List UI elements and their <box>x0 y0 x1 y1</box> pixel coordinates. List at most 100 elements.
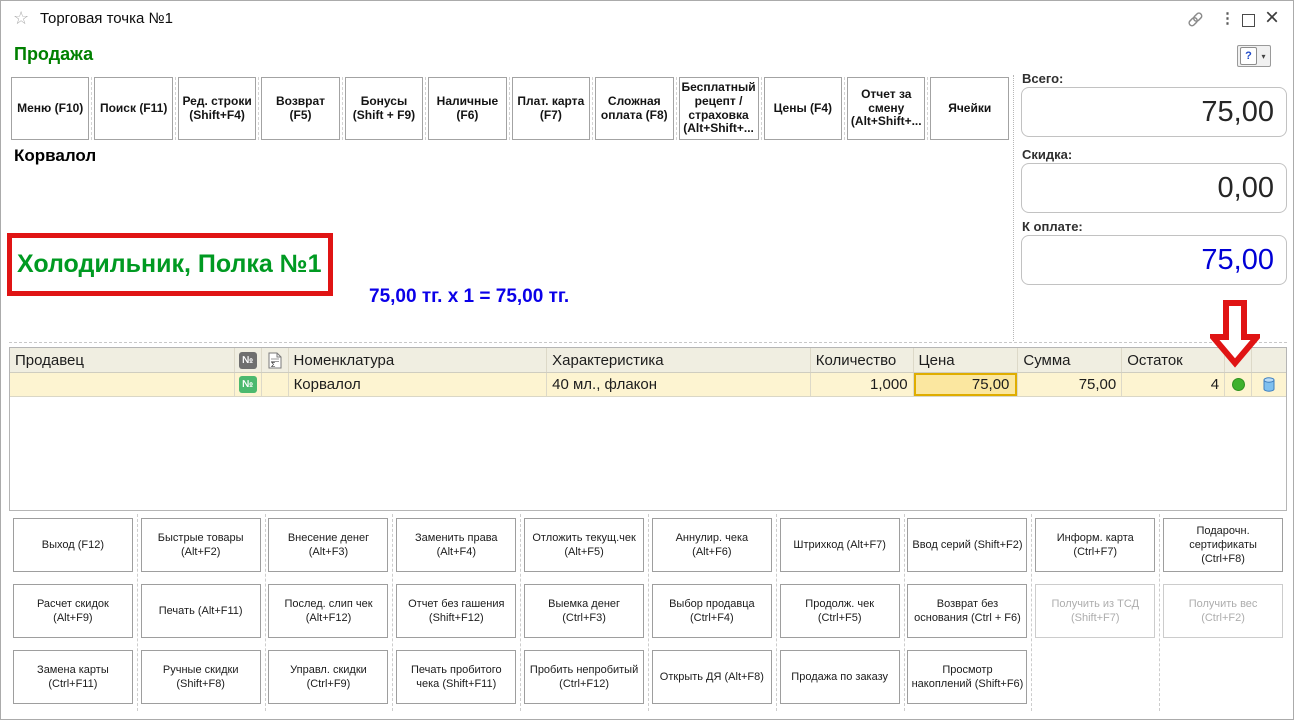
items-table: Продавец № Σ Номенклатура Характеристика… <box>9 347 1287 511</box>
toolbar-cell: Ячейки <box>928 77 1010 140</box>
action-cell: Аннулир. чека (Alt+F6) <box>648 516 776 574</box>
favorite-star-icon[interactable]: ☆ <box>13 8 29 28</box>
action-cell: Замена карты (Ctrl+F11) <box>9 648 137 706</box>
more-menu-icon[interactable]: ⋮ <box>1220 9 1235 27</box>
number-badge-green-icon: № <box>239 376 257 393</box>
action-button-r1-c8[interactable]: Ввод серий (Shift+F2) <box>907 518 1027 572</box>
due-label: К оплате: <box>1022 219 1083 234</box>
action-cell: Получить вес (Ctrl+F2) <box>1159 582 1287 640</box>
total-label: Всего: <box>1022 71 1063 86</box>
storage-location-text: Холодильник, Полка №1 <box>12 250 321 279</box>
toolbar-button-4[interactable]: Возврат (F5) <box>261 77 339 140</box>
action-button-r1-c3[interactable]: Внесение денег (Alt+F3) <box>268 518 388 572</box>
cell-nomenclature[interactable]: Корвалол <box>289 373 548 396</box>
toolbar-cell: Наличные (F6) <box>426 77 509 140</box>
action-cell: Просмотр накоплений (Shift+F6) <box>904 648 1032 706</box>
action-button-r1-c9[interactable]: Информ. карта (Ctrl+F7) <box>1035 518 1155 572</box>
header-quantity[interactable]: Количество <box>811 348 914 372</box>
panel-splitter <box>1013 75 1014 341</box>
toolbar-button-2[interactable]: Поиск (F11) <box>94 77 172 140</box>
action-button-r1-c5[interactable]: Отложить текущ.чек (Alt+F5) <box>524 518 644 572</box>
toolbar-button-5[interactable]: Бонусы (Shift + F9) <box>345 77 423 140</box>
action-button-r3-c5[interactable]: Пробить непробитый (Ctrl+F12) <box>524 650 644 704</box>
action-cell: Продажа по заказу <box>776 648 904 706</box>
blue-cylinder-icon <box>1263 377 1275 392</box>
header-nomenclature[interactable]: Номенклатура <box>289 348 548 372</box>
document-icon: Σ <box>268 352 282 369</box>
table-splitter[interactable] <box>9 342 1287 343</box>
action-cell: Ручные скидки (Shift+F8) <box>137 648 265 706</box>
header-price[interactable]: Цена <box>914 348 1019 372</box>
action-button-r2-c7[interactable]: Продолж. чек (Ctrl+F5) <box>780 584 900 638</box>
toolbar-button-6[interactable]: Наличные (F6) <box>428 77 506 140</box>
link-icon[interactable] <box>1187 11 1204 28</box>
action-row-2: Расчет скидок (Alt+F9)Печать (Alt+F11)По… <box>9 582 1287 640</box>
annotation-red-arrow-icon <box>1210 299 1260 369</box>
toolbar-cell: Цены (F4) <box>762 77 845 140</box>
action-button-r2-c2[interactable]: Печать (Alt+F11) <box>141 584 261 638</box>
toolbar-button-3[interactable]: Ред. строки (Shift+F4) <box>178 77 256 140</box>
table-row[interactable]: № Корвалол 40 мл., флакон 1,000 75,00 75… <box>10 373 1286 397</box>
action-cell: Заменить права (Alt+F4) <box>392 516 520 574</box>
toolbar-button-12[interactable]: Ячейки <box>930 77 1008 140</box>
action-button-r3-c1[interactable]: Замена карты (Ctrl+F11) <box>13 650 133 704</box>
header-line-number[interactable]: № <box>235 348 262 372</box>
maximize-icon[interactable] <box>1242 14 1255 27</box>
window-title: Торговая точка №1 <box>40 10 173 27</box>
header-doc-column[interactable]: Σ <box>262 348 289 372</box>
action-button-r2-c3[interactable]: Послед. слип чек (Alt+F12) <box>268 584 388 638</box>
action-button-r1-c7[interactable]: Штрихкод (Alt+F7) <box>780 518 900 572</box>
cell-seller[interactable] <box>10 373 235 396</box>
action-button-r2-c5[interactable]: Выемка денег (Ctrl+F3) <box>524 584 644 638</box>
action-cell: Отчет без гашения (Shift+F12) <box>392 582 520 640</box>
price-calculation-text: 75,00 тг. x 1 = 75,00 тг. <box>369 286 569 308</box>
cell-line-number[interactable]: № <box>235 373 262 396</box>
cell-characteristic[interactable]: 40 мл., флакон <box>547 373 811 396</box>
cell-sum[interactable]: 75,00 <box>1018 373 1122 396</box>
top-toolbar: Меню (F10)Поиск (F11)Ред. строки (Shift+… <box>9 77 1011 140</box>
action-button-r3-c7[interactable]: Продажа по заказу <box>780 650 900 704</box>
action-button-r2-c4[interactable]: Отчет без гашения (Shift+F12) <box>396 584 516 638</box>
annotation-red-box: Холодильник, Полка №1 <box>7 233 333 296</box>
toolbar-button-9[interactable]: Бесплатный рецепт / страховка (Alt+Shift… <box>679 77 759 140</box>
help-icon: ? <box>1240 47 1257 65</box>
close-icon[interactable]: × <box>1265 4 1279 32</box>
toolbar-button-7[interactable]: Плат. карта (F7) <box>512 77 590 140</box>
action-button-r3-c3[interactable]: Управл. скидки (Ctrl+F9) <box>268 650 388 704</box>
cell-stock-icon[interactable] <box>1252 373 1286 396</box>
header-characteristic[interactable]: Характеристика <box>547 348 811 372</box>
toolbar-button-10[interactable]: Цены (F4) <box>764 77 842 140</box>
cell-status[interactable] <box>1225 373 1252 396</box>
action-button-r2-c10: Получить вес (Ctrl+F2) <box>1163 584 1283 638</box>
cell-stock[interactable]: 4 <box>1122 373 1225 396</box>
action-cell <box>1159 648 1287 706</box>
cell-price[interactable]: 75,00 <box>914 373 1019 396</box>
toolbar-button-8[interactable]: Сложная оплата (F8) <box>595 77 673 140</box>
action-button-r2-c1[interactable]: Расчет скидок (Alt+F9) <box>13 584 133 638</box>
toolbar-button-1[interactable]: Меню (F10) <box>11 77 89 140</box>
toolbar-button-11[interactable]: Отчет за смену (Alt+Shift+... <box>847 77 925 140</box>
green-circle-icon <box>1232 378 1245 391</box>
header-seller[interactable]: Продавец <box>10 348 235 372</box>
cell-doc[interactable] <box>262 373 289 396</box>
action-button-r1-c2[interactable]: Быстрые товары (Alt+F2) <box>141 518 261 572</box>
action-button-r3-c2[interactable]: Ручные скидки (Shift+F8) <box>141 650 261 704</box>
action-cell: Расчет скидок (Alt+F9) <box>9 582 137 640</box>
action-button-r3-c8[interactable]: Просмотр накоплений (Shift+F6) <box>907 650 1027 704</box>
action-button-r2-c6[interactable]: Выбор продавца (Ctrl+F4) <box>652 584 772 638</box>
help-button[interactable]: ? ▾ <box>1237 45 1271 67</box>
cell-quantity[interactable]: 1,000 <box>811 373 914 396</box>
action-button-r1-c4[interactable]: Заменить права (Alt+F4) <box>396 518 516 572</box>
action-button-r1-c6[interactable]: Аннулир. чека (Alt+F6) <box>652 518 772 572</box>
action-cell: Управл. скидки (Ctrl+F9) <box>265 648 393 706</box>
price-selected-cell[interactable]: 75,00 <box>914 373 1018 396</box>
action-button-r2-c8[interactable]: Возврат без основания (Ctrl + F6) <box>907 584 1027 638</box>
total-field: 75,00 <box>1021 87 1287 137</box>
action-cell: Открыть ДЯ (Alt+F8) <box>648 648 776 706</box>
action-button-r3-c4[interactable]: Печать пробитого чека (Shift+F11) <box>396 650 516 704</box>
header-sum[interactable]: Сумма <box>1018 348 1122 372</box>
action-button-r1-c10[interactable]: Подарочн. сертификаты (Ctrl+F8) <box>1163 518 1283 572</box>
help-dropdown-icon[interactable]: ▾ <box>1257 52 1270 61</box>
action-button-r3-c6[interactable]: Открыть ДЯ (Alt+F8) <box>652 650 772 704</box>
action-button-r1-c1[interactable]: Выход (F12) <box>13 518 133 572</box>
